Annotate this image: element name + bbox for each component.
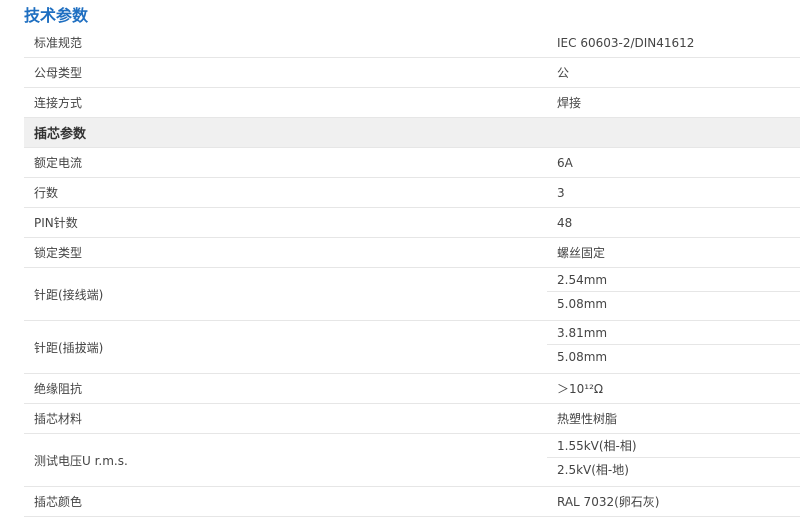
- table-row: 插芯材料 热塑性树脂: [24, 404, 800, 434]
- table-row: 针距(接线端) 2.54mm 5.08mm: [24, 268, 800, 321]
- table-row: 公母类型 公: [24, 58, 800, 88]
- section-header: 插芯参数: [24, 118, 800, 148]
- param-value: IEC 60603-2/DIN41612: [557, 35, 695, 50]
- param-value: 1.55kV(相-相): [557, 439, 637, 453]
- table-row: 额定电流 6A: [24, 148, 800, 178]
- param-label: 测试电压U r.m.s.: [34, 453, 128, 468]
- param-value: 3.81mm: [557, 325, 608, 340]
- param-value: 焊接: [557, 96, 582, 110]
- table-row: 行数 3: [24, 178, 800, 208]
- table-row: 针距(插拔端) 3.81mm 5.08mm: [24, 321, 800, 374]
- param-value: 3: [557, 185, 565, 200]
- section-title: 插芯参数: [34, 127, 87, 142]
- param-label: 针距(插拔端): [34, 340, 104, 355]
- param-label: 连接方式: [34, 96, 83, 110]
- param-label: 行数: [34, 186, 59, 200]
- param-value: 热塑性树脂: [557, 412, 618, 426]
- param-value: 公: [557, 66, 570, 80]
- param-label: 公母类型: [34, 66, 83, 80]
- param-label: 插芯颜色: [34, 495, 83, 509]
- table-row: 标准规范 IEC 60603-2/DIN41612: [24, 28, 800, 58]
- param-label: 标准规范: [34, 36, 83, 50]
- table-row: 锁定类型 螺丝固定: [24, 238, 800, 268]
- spec-table: 标准规范 IEC 60603-2/DIN41612 公母类型 公 连接方式 焊接…: [24, 28, 800, 517]
- param-label: 额定电流: [34, 156, 83, 170]
- param-label: 锁定类型: [34, 246, 83, 260]
- param-value: 5.08mm: [547, 291, 800, 315]
- param-value: 2.5kV(相-地): [547, 457, 800, 481]
- param-value: 5.08mm: [547, 344, 800, 368]
- page-title: 技术参数: [24, 6, 89, 25]
- param-value: 螺丝固定: [557, 246, 606, 260]
- table-row: 插芯颜色 RAL 7032(卵石灰): [24, 487, 800, 517]
- param-label: 插芯材料: [34, 412, 83, 426]
- param-label: PIN针数: [34, 216, 78, 230]
- param-label: 绝缘阻抗: [34, 382, 83, 396]
- param-value: 2.54mm: [557, 272, 608, 287]
- table-row: 测试电压U r.m.s. 1.55kV(相-相) 2.5kV(相-地): [24, 434, 800, 487]
- param-value: ＞10¹²Ω: [557, 382, 604, 396]
- param-value: RAL 7032(卵石灰): [557, 495, 660, 509]
- param-value: 48: [557, 215, 573, 230]
- param-label: 针距(接线端): [34, 287, 104, 302]
- param-value: 6A: [557, 155, 573, 170]
- table-row: 绝缘阻抗 ＞10¹²Ω: [24, 374, 800, 404]
- table-row: 连接方式 焊接: [24, 88, 800, 118]
- table-row: PIN针数 48: [24, 208, 800, 238]
